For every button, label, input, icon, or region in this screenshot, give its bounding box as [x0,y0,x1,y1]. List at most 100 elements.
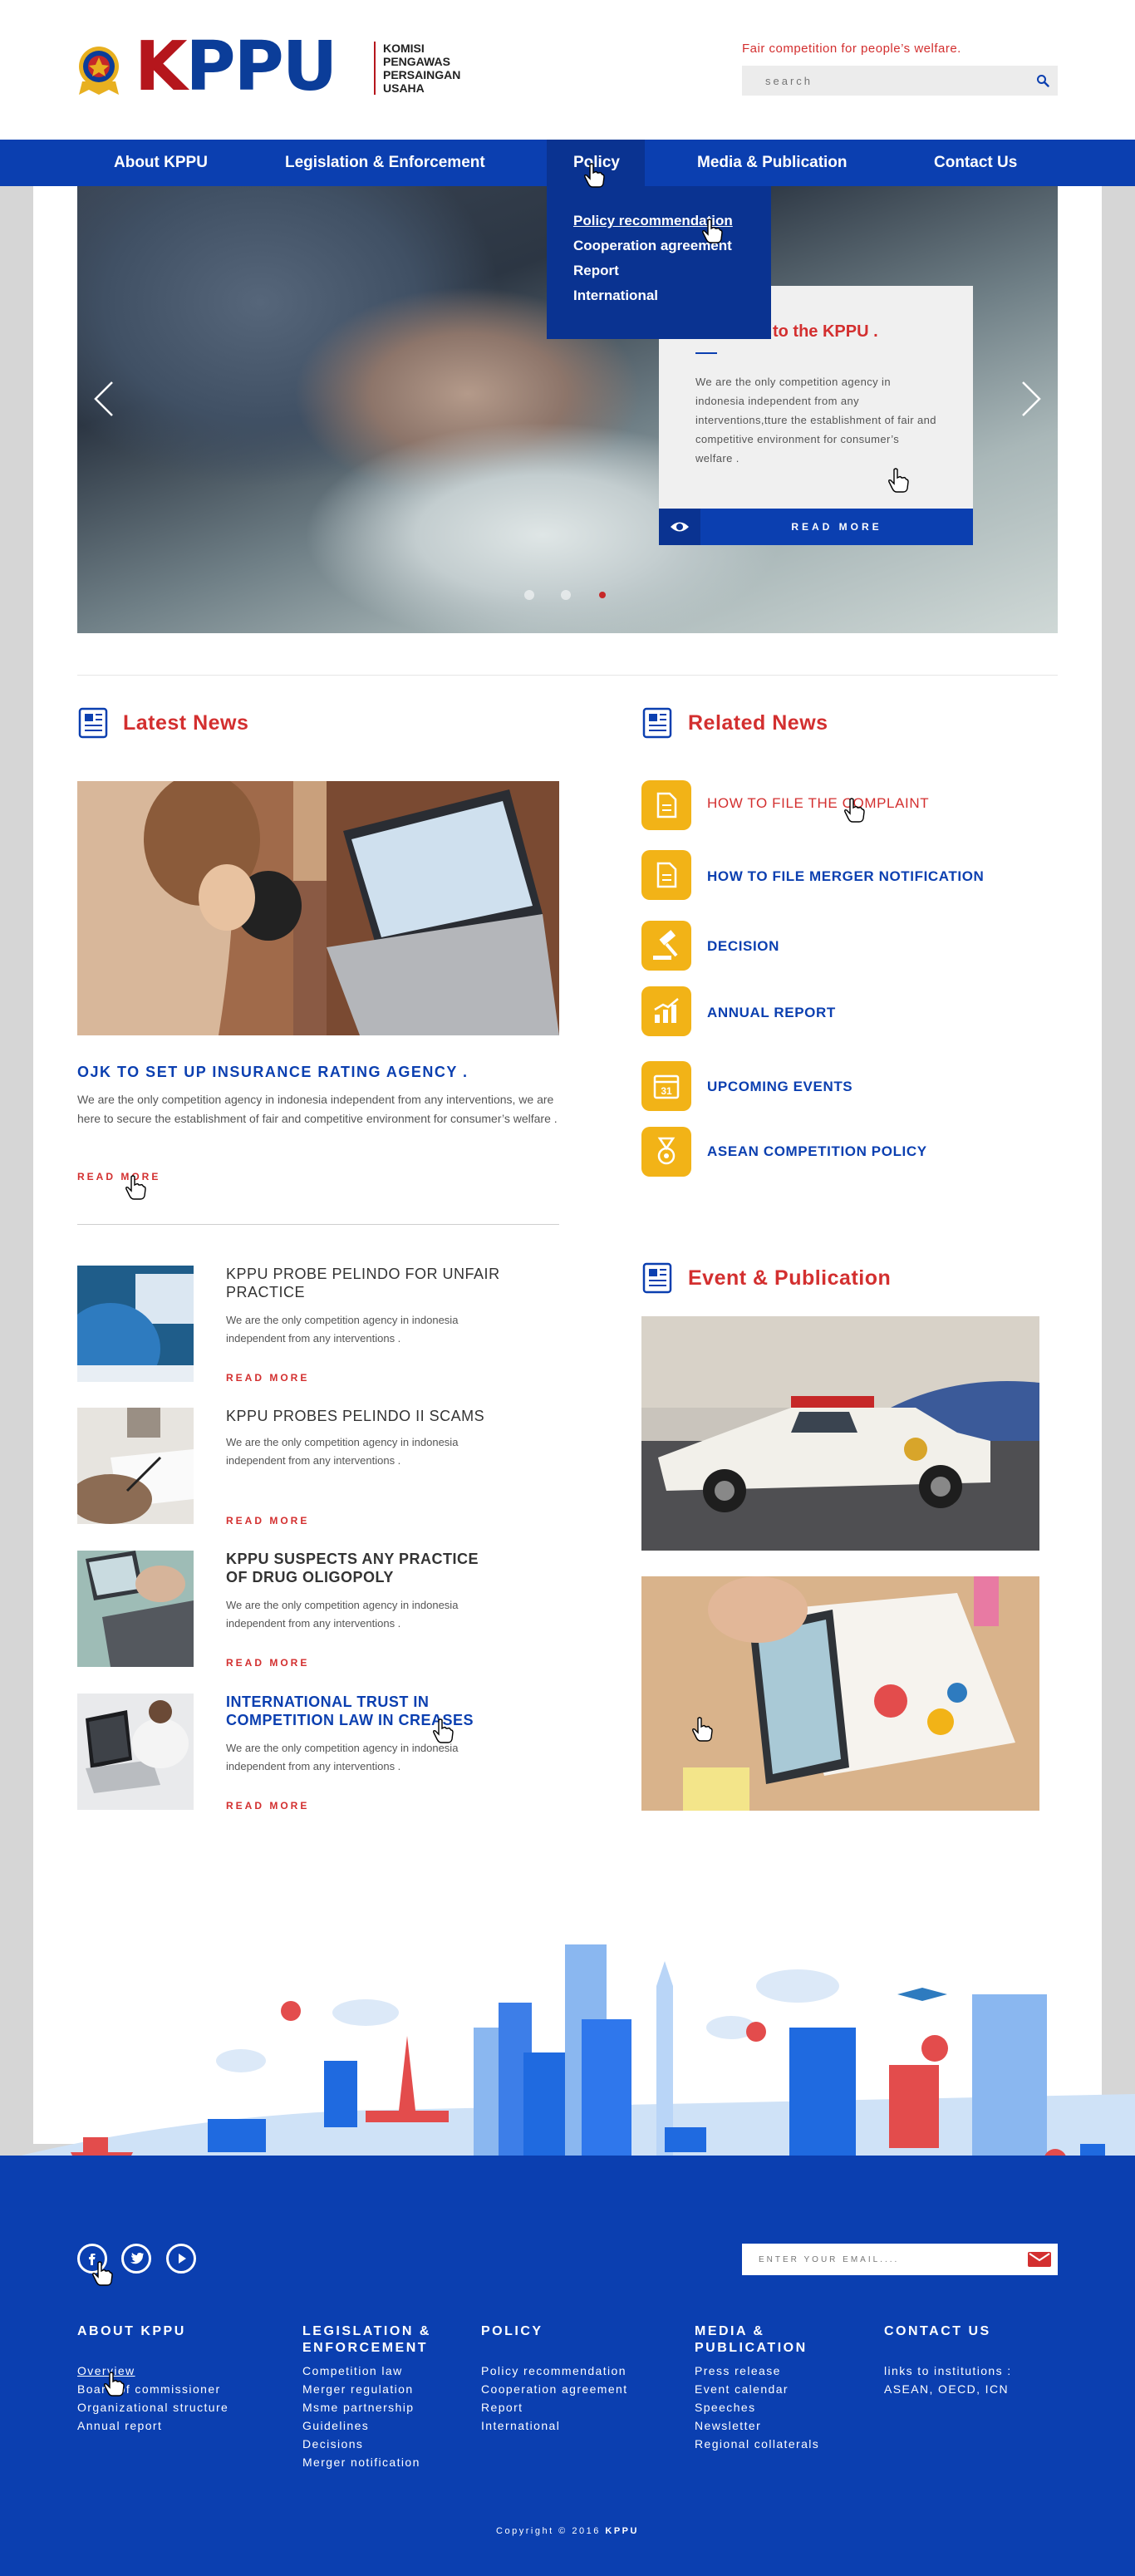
event-image-police-car[interactable] [641,1316,1039,1551]
footer-link-cooperation-agreement[interactable]: Cooperation agreement [481,2382,628,2396]
hand-cursor-icon [125,1175,146,1200]
slider-prev-icon[interactable] [94,381,114,417]
related-link-asean-competition-policy[interactable]: ASEAN COMPETITION POLICY [707,1143,927,1160]
logo-letters-ppu: PPU [185,27,338,106]
hand-cursor-icon [104,2372,125,2397]
featured-news-title[interactable]: OJK TO SET UP INSURANCE RATING AGENCY . [77,1064,469,1081]
document-icon[interactable] [641,850,691,900]
newspaper-icon [78,707,108,739]
chart-icon[interactable] [641,986,691,1036]
footer-heading-legislation: LEGISLATION & ENFORCEMENT [302,2324,431,2355]
logo-subtitle-line: USAHA [383,81,425,95]
search-icon[interactable] [1036,74,1049,87]
copyright-text: Copyright © 2016 [496,2526,601,2536]
footer-text-institutions: links to institutions : [884,2364,1012,2377]
twitter-icon[interactable] [121,2244,151,2274]
document-icon[interactable] [641,780,691,830]
medal-icon[interactable] [641,1127,691,1177]
search-box [742,66,1058,96]
policy-dropdown: Policy recommendation Cooperation agreem… [547,186,771,339]
main-nav: About KPPU Legislation & Enforcement Pol… [0,140,1135,186]
gavel-icon[interactable] [641,921,691,971]
nav-legislation-enforcement[interactable]: Legislation & Enforcement [285,140,485,186]
calendar-icon[interactable]: 31 [641,1061,691,1111]
footer-link-press-release[interactable]: Press release [695,2364,781,2377]
hand-cursor-icon [888,468,909,493]
footer-link-speeches[interactable]: Speeches [695,2401,755,2414]
footer-link-msme[interactable]: Msme partnership [302,2401,414,2414]
news-thumbnail-2[interactable] [77,1408,194,1524]
featured-read-more-link[interactable]: READ MORE [77,1171,160,1182]
dropdown-international[interactable]: International [573,288,658,304]
nav-media-publication[interactable]: Media & Publication [697,140,848,186]
news-title-4[interactable]: INTERNATIONAL TRUST IN COMPETITION LAW I… [226,1693,500,1729]
slider-dot-1[interactable] [524,590,534,600]
section-divider [77,675,1058,676]
news-read-more-3[interactable]: READ MORE [226,1657,309,1669]
news-read-more-2[interactable]: READ MORE [226,1515,309,1526]
news-read-more-1[interactable]: READ MORE [226,1372,309,1384]
slider-dot-3[interactable] [599,592,606,598]
footer-link-board[interactable]: Board of commissioner [77,2382,221,2396]
event-publication-heading: Event & Publication [688,1266,892,1290]
news-thumbnail-3[interactable] [77,1551,194,1667]
news-thumbnail-1[interactable] [77,1266,194,1382]
search-input[interactable] [742,66,1016,96]
logo-subtitle-line: PENGAWAS [383,55,450,68]
footer-link-merger-notification[interactable]: Merger notification [302,2456,420,2469]
footer-link-asean-oecd-icn[interactable]: ASEAN, OECD, ICN [884,2382,1009,2396]
logo-subtitle: KOMISI PENGAWAS PERSAINGAN USAHA [374,42,482,95]
related-link-complaint[interactable]: HOW TO FILE THE COMPLAINT [707,795,929,812]
hand-cursor-icon [92,2261,113,2286]
related-link-merger-notification[interactable]: HOW TO FILE MERGER NOTIFICATION [707,868,984,885]
newsletter-box [742,2244,1058,2275]
slider-next-icon[interactable] [1021,381,1041,417]
footer-link-merger-regulation[interactable]: Merger regulation [302,2382,414,2396]
footer-link-competition-law[interactable]: Competition law [302,2364,403,2377]
youtube-play-icon[interactable] [166,2244,196,2274]
site-header: KPPU KOMISI PENGAWAS PERSAINGAN USAHA Fa… [0,0,1135,140]
footer-link-newsletter[interactable]: Newsletter [695,2419,761,2432]
welcome-divider [695,352,717,354]
nav-about-kppu[interactable]: About KPPU [114,140,208,186]
related-link-annual-report[interactable]: ANNUAL REPORT [707,1005,836,1021]
footer-heading-about: ABOUT KPPU [77,2324,186,2338]
footer-link-decisions[interactable]: Decisions [302,2437,363,2451]
welcome-body: We are the only competition agency in in… [695,376,936,465]
calendar-day-number: 31 [661,1085,672,1097]
footer-link-policy-recommendation[interactable]: Policy recommendation [481,2364,626,2377]
logo-subtitle-line: PERSAINGAN [383,68,461,81]
welcome-read-more-button[interactable]: READ MORE [659,509,973,545]
footer-link-annual-report[interactable]: Annual report [77,2419,162,2432]
news-title-1[interactable]: KPPU PROBE PELINDO FOR UNFAIR PRACTICE [226,1265,500,1301]
featured-news-body: We are the only competition agency in in… [77,1093,558,1125]
newsletter-email-input[interactable] [742,2244,1016,2275]
news-thumbnail-4[interactable] [77,1694,194,1810]
related-link-decision[interactable]: DECISION [707,938,779,955]
footer-link-international[interactable]: International [481,2419,560,2432]
hand-cursor-icon [844,798,865,823]
footer-link-regional-collaterals[interactable]: Regional collaterals [695,2437,819,2451]
hand-cursor-icon [692,1717,713,1742]
news-title-3[interactable]: KPPU SUSPECTS ANY PRACTICE OF DRUG OLIGO… [226,1550,500,1586]
event-image-publication[interactable] [641,1576,1039,1811]
footer-link-guidelines[interactable]: Guidelines [302,2419,369,2432]
latest-divider [77,1224,559,1225]
newspaper-icon [642,707,672,739]
mail-send-icon[interactable] [1028,2252,1051,2267]
logo-wordmark[interactable]: KPPU [135,33,337,101]
footer-link-event-calendar[interactable]: Event calendar [695,2382,789,2396]
dropdown-report[interactable]: Report [573,263,619,279]
hand-cursor-icon [584,163,605,188]
copyright-brand: KPPU [605,2526,639,2536]
nav-contact-us[interactable]: Contact Us [934,140,1017,186]
copyright: Copyright © 2016 KPPU [0,2526,1135,2536]
footer-link-report[interactable]: Report [481,2401,523,2414]
news-read-more-4[interactable]: READ MORE [226,1800,309,1812]
footer-link-org-structure[interactable]: Organizational structure [77,2401,228,2414]
slider-dot-2[interactable] [561,590,571,600]
news-body-3: We are the only competition agency in in… [226,1599,459,1630]
latest-featured-image[interactable] [77,781,559,1035]
related-link-upcoming-events[interactable]: UPCOMING EVENTS [707,1079,852,1095]
news-title-2[interactable]: KPPU PROBES PELINDO II SCAMS [226,1407,500,1425]
